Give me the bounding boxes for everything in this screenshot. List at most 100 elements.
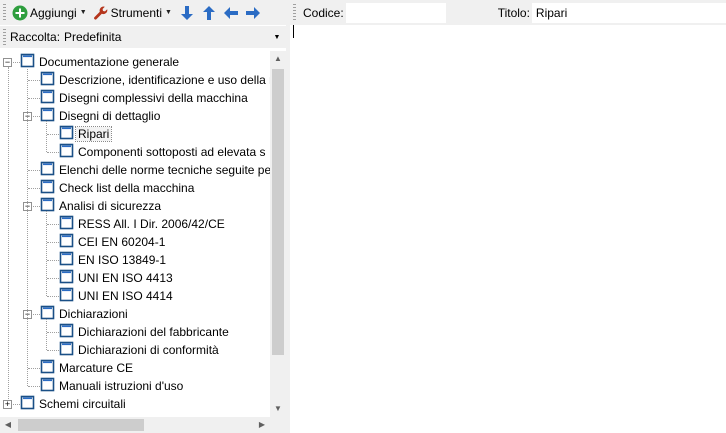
tree-item[interactable]: Descrizione, identificazione e uso della… [40,71,270,89]
tree-item-label: Documentazione generale [39,55,180,69]
document-icon [40,71,55,89]
document-icon [59,341,74,359]
tree-item[interactable]: Dichiarazioni di conformità [59,341,219,359]
tree-item-label: Dichiarazioni [59,307,128,321]
collection-bar: Raccolta: Predefinita ▼ [0,26,286,48]
tree-item[interactable]: Documentazione generale [20,53,179,71]
tree-item[interactable]: Disegni di dettaglio [40,107,160,125]
tree-item[interactable]: Componenti sottoposti ad elevata s [59,143,265,161]
tree-connector [28,386,40,387]
toolbar-grip[interactable] [3,28,6,46]
navigation-pane: Aggiungi ▼ Strumenti ▼ Raccolta: Predefi… [0,0,286,433]
tree-item[interactable]: Dichiarazioni [40,305,128,323]
horizontal-scroll-thumb[interactable] [18,419,144,431]
scroll-up-icon[interactable]: ▲ [270,51,286,67]
tree-item-label: Schemi circuitali [39,397,126,411]
toolbar-grip[interactable] [3,4,6,21]
text-caret [293,25,294,38]
tree-item-label: Descrizione, identificazione e uso della… [59,73,270,87]
content-editor[interactable] [290,25,726,433]
document-icon [40,107,55,125]
chevron-down-icon: ▼ [79,9,87,16]
document-icon [40,179,55,197]
move-up-button[interactable] [198,2,220,24]
document-icon [59,215,74,233]
document-icon [40,305,55,323]
plus-circle-icon [12,5,28,20]
horizontal-scrollbar[interactable]: ◀ ▶ [0,417,270,433]
tree-guide [8,67,9,399]
tree-connector [47,134,59,135]
tree-item[interactable]: Elenchi delle norme tecniche seguite pe [40,161,270,179]
document-icon [59,323,74,341]
tree-item[interactable]: EN ISO 13849-1 [59,251,166,269]
tools-button-label: Strumenti [110,5,163,20]
tree-item[interactable]: UNI EN ISO 4413 [59,269,173,287]
arrow-up-icon [202,5,215,20]
tree-connector [47,296,59,297]
tree-item-label: Ripari [74,126,113,142]
arrow-down-icon [180,5,193,20]
tree-item[interactable]: Dichiarazioni del fabbricante [59,323,229,341]
tree-item-label: Check list della macchina [59,181,195,195]
document-icon [59,269,74,287]
tree-connector [47,242,59,243]
tree-item-label: CEI EN 60204-1 [78,235,166,249]
title-field[interactable]: Ripari [531,2,726,23]
tree-connector [47,224,59,225]
scroll-left-icon[interactable]: ◀ [0,417,16,433]
indent-button[interactable] [242,2,264,24]
detail-pane: Codice: Titolo: Ripari [290,0,726,433]
code-field[interactable] [345,2,446,23]
document-tree[interactable]: − Documentazione generale Descrizione, ide… [0,51,270,417]
vertical-scrollbar[interactable]: ▲ ▼ [270,51,286,417]
tree-item[interactable]: Analisi di sicurezza [40,197,161,215]
collapse-icon[interactable]: − [3,58,12,67]
outdent-button[interactable] [220,2,242,24]
tree-item[interactable]: RESS All. I Dir. 2006/42/CE [59,215,225,233]
toolbar-grip[interactable] [293,4,296,21]
tree-item[interactable]: Manuali istruzioni d'uso [40,377,183,395]
collection-select[interactable]: Predefinita ▼ [64,28,284,46]
arrow-right-icon [245,6,260,19]
collection-label: Raccolta: [10,30,61,44]
document-icon [59,233,74,251]
tree-item[interactable]: Marcature CE [40,359,133,377]
tree-item[interactable]: Check list della macchina [40,179,194,197]
tree-connector [47,350,59,351]
tree-connector [28,368,40,369]
tree-item[interactable]: Disegni complessivi della macchina [40,89,248,107]
tree-item[interactable]: CEI EN 60204-1 [59,233,165,251]
document-icon [40,377,55,395]
add-button[interactable]: Aggiungi ▼ [10,2,89,24]
tree-item-label: Componenti sottoposti ad elevata s [78,145,266,159]
tree-item[interactable]: UNI EN ISO 4414 [59,287,173,305]
tree-guide [46,211,47,296]
title-field-value: Ripari [535,5,568,20]
tree-connector [47,332,59,333]
vertical-scroll-thumb[interactable] [272,69,284,355]
scroll-down-icon[interactable]: ▼ [270,401,286,417]
tree-item-label: Elenchi delle norme tecniche seguite pe [59,163,270,177]
tools-button[interactable]: Strumenti ▼ [91,2,174,24]
chevron-down-icon[interactable]: ▼ [270,34,284,41]
scroll-right-icon[interactable]: ▶ [254,417,270,433]
document-icon [59,287,74,305]
tree-item-label: UNI EN ISO 4414 [78,289,173,303]
move-down-button[interactable] [176,2,198,24]
tree-item[interactable]: Ripari [59,125,113,143]
expand-icon[interactable]: + [3,400,12,409]
document-icon [40,359,55,377]
collection-select-value: Predefinita [64,30,122,44]
document-icon [59,125,74,143]
tree-connector [28,98,40,99]
tree-connector [47,152,59,153]
tree-item-label: Manuali istruzioni d'uso [59,379,184,393]
tree-item[interactable]: Schemi circuitali [20,395,126,413]
tree-connector [28,80,40,81]
code-label: Codice: [303,5,344,20]
toolbar: Aggiungi ▼ Strumenti ▼ [0,0,286,25]
tree-item-label: Disegni complessivi della macchina [59,91,248,105]
add-button-label: Aggiungi [30,5,77,20]
document-icon [59,251,74,269]
